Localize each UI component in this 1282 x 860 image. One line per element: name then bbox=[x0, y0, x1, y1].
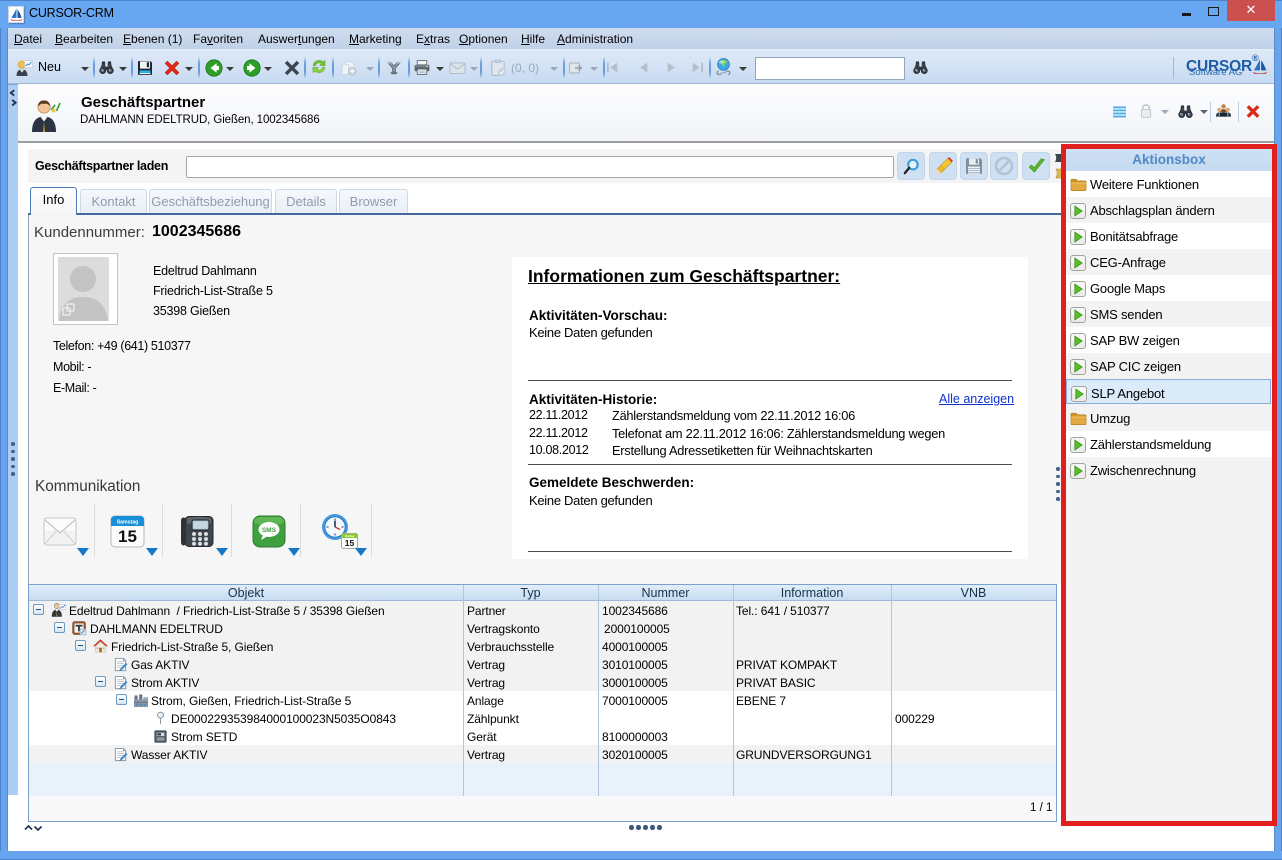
svg-text:SMS: SMS bbox=[262, 527, 277, 534]
svg-text:15: 15 bbox=[345, 538, 355, 548]
svg-text:Samstag: Samstag bbox=[117, 520, 139, 526]
svg-text:15: 15 bbox=[118, 527, 137, 546]
